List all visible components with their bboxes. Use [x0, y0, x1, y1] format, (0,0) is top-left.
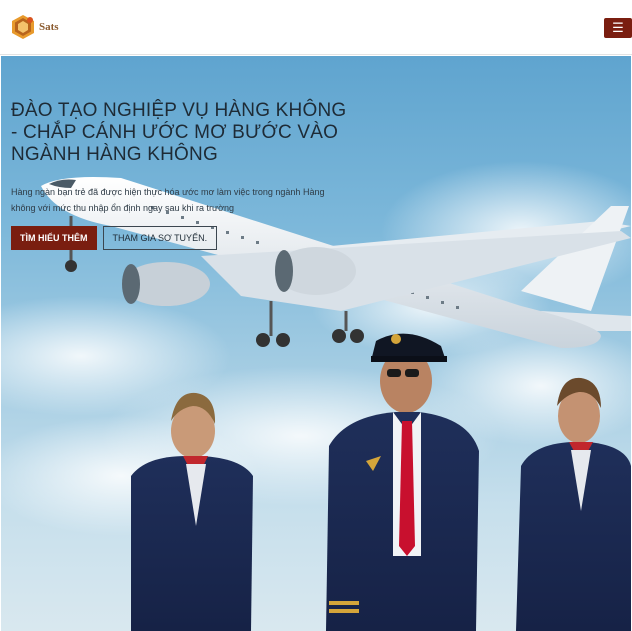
site-header: Sats ☰ [0, 0, 632, 55]
menu-button[interactable]: ☰ [604, 18, 632, 38]
learn-more-button[interactable]: Tìm hiểu thêm [11, 226, 97, 250]
hero-title: Đào tạo nghiệp vụ hàng không - Chắp cánh… [11, 100, 347, 165]
brand-name: Sats [39, 21, 59, 33]
hero-description: Hàng ngàn bạn trẻ đã được hiện thực hóa … [11, 187, 325, 213]
hero-content: Đào tạo nghiệp vụ hàng không - Chắp cánh… [11, 100, 351, 250]
hero-buttons: Tìm hiểu thêm Tham gia sơ tuyển. [11, 226, 351, 250]
hamburger-icon: ☰ [612, 20, 624, 35]
hexagon-logo-icon [12, 15, 34, 39]
hero-section: Đào tạo nghiệp vụ hàng không - Chắp cánh… [1, 56, 631, 631]
join-selection-button[interactable]: Tham gia sơ tuyển. [102, 226, 218, 250]
brand-logo[interactable]: Sats [10, 14, 59, 40]
